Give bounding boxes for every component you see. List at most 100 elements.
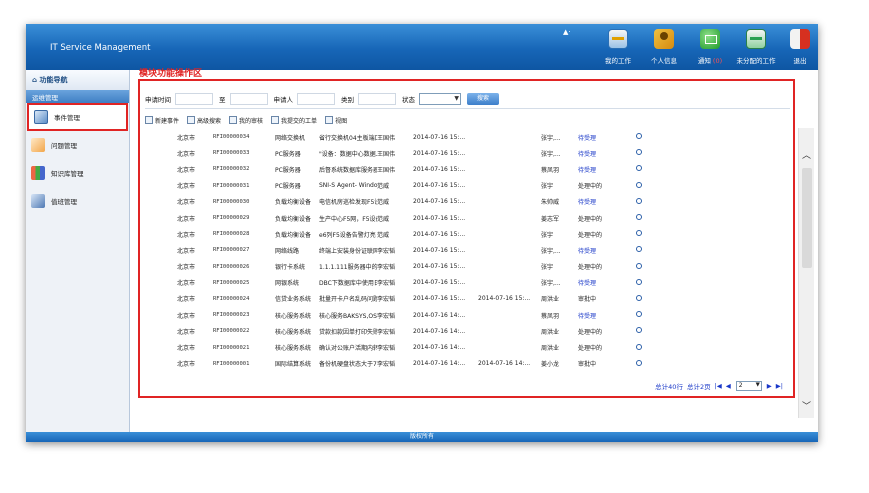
people-icon xyxy=(271,116,280,124)
advanced-search-button[interactable]: 高级搜索 xyxy=(187,116,221,125)
category-input[interactable] xyxy=(358,92,396,105)
applicant-input[interactable] xyxy=(297,92,335,105)
my-submitted-button[interactable]: 我提交的工单 xyxy=(271,116,317,125)
cell-status: 处理中的 xyxy=(578,264,603,272)
cell-city: 北京市 xyxy=(177,328,196,336)
sidebar-item-problem[interactable]: 问题管理 xyxy=(26,131,129,159)
view-detail-button[interactable] xyxy=(636,294,648,303)
table-row[interactable]: 北京市 RFI00000026 银行卡系统 1.1.1.111服务器中的3...李宏韬… xyxy=(145,259,790,275)
view-detail-button[interactable] xyxy=(636,197,648,206)
view-detail-button[interactable] xyxy=(636,246,648,254)
table-row[interactable]: 北京市 RFI00000029 负载均衡设备生产中心F5网，F5设备...范威 201… xyxy=(145,210,790,226)
view-button[interactable]: 视图 xyxy=(325,116,347,125)
category-label: 类别 xyxy=(341,95,354,104)
cell-submitter: 范威 xyxy=(377,215,390,223)
apply-time-start-input[interactable] xyxy=(175,92,213,105)
cell-submitter: 李宏韬 xyxy=(377,361,396,369)
my-work-button[interactable]: 我的工作 xyxy=(596,29,640,65)
view-detail-button[interactable] xyxy=(636,133,648,141)
cell-apply-time: 2014-07-16 15:... xyxy=(413,279,466,287)
unassigned-work-button[interactable]: 未分配的工作 xyxy=(734,29,778,65)
my-review-button[interactable]: 我的审核 xyxy=(229,116,263,125)
view-detail-button[interactable] xyxy=(636,230,648,238)
new-event-button[interactable]: 新建事件 xyxy=(145,116,179,125)
scroll-down-icon[interactable]: ﹀ xyxy=(802,399,811,412)
view-detail-button[interactable] xyxy=(636,262,648,271)
personal-info-button[interactable]: 个人信息 xyxy=(642,29,686,65)
cell-status[interactable]: 待受理 xyxy=(578,133,636,142)
cell-status[interactable]: 待受理 xyxy=(578,246,636,255)
page-select[interactable]: 2 xyxy=(735,381,762,391)
cell-description: DBC下数据库中使用日... xyxy=(319,280,377,288)
cell-description: 核心服务BAKSYS,OS400... xyxy=(319,312,377,320)
table-row[interactable]: 北京市 RFI00000027 网络线路 终端上安装身份证联网...李宏韬 2014-0… xyxy=(145,242,790,258)
view-detail-button[interactable] xyxy=(636,278,648,287)
cell-assignee: 蔡凤羽 xyxy=(541,312,560,320)
table-row[interactable]: 北京市 RFI00000023 核心服务系统核心服务BAKSYS,OS400...李… xyxy=(145,307,790,323)
cell-status: 处理中的 xyxy=(578,231,603,239)
cell-assignee: 张宇 xyxy=(541,231,554,239)
cell-category: 信贷业务系统 xyxy=(275,296,312,304)
my-work-label: 我的工作 xyxy=(605,57,631,65)
view-detail-button[interactable] xyxy=(636,214,648,222)
sidebar-item-duty[interactable]: 值班管理 xyxy=(26,187,129,215)
view-detail-button[interactable] xyxy=(636,327,648,335)
status-select[interactable] xyxy=(419,92,461,105)
apply-time-end-input[interactable] xyxy=(229,92,268,105)
scrollbar[interactable]: ︿ ﹀ xyxy=(798,128,814,418)
cell-assignee: 张宇 xyxy=(541,264,554,272)
table-row[interactable]: 北京市 RFI00000030 负载均衡设备电信机房巡检发现F5设...范威 2014… xyxy=(145,194,790,210)
last-page-button[interactable]: ▶| xyxy=(776,382,783,390)
cell-city: 北京市 xyxy=(177,215,196,223)
exit-button[interactable]: 退出 xyxy=(778,29,822,65)
cell-category: PC服务器 xyxy=(275,183,301,191)
table-row[interactable]: 北京市 RFI00000033 PC服务器 "设备：数据中心数据... 王国伟 2014-… xyxy=(145,145,790,161)
header: IT Service Management ▲· 我的工作 个人信息 通知 (0… xyxy=(26,24,818,70)
cell-status[interactable]: 待受理 xyxy=(578,311,636,320)
table-row[interactable]: 北京市 RFI00000022 核心服务系统 贷款扣款因单打印失败 李宏韬 2014-07… xyxy=(145,323,790,339)
prev-page-button[interactable]: ◀ xyxy=(726,382,731,390)
cell-city: 北京市 xyxy=(177,361,196,369)
sidebar-item-knowledge[interactable]: 知识库管理 xyxy=(26,159,129,187)
cell-status[interactable]: 待受理 xyxy=(578,278,636,287)
sidebar-item-event[interactable]: 事件管理 xyxy=(27,103,128,131)
cell-category: 负载均衡设备 xyxy=(275,215,312,223)
view-detail-button[interactable] xyxy=(636,165,648,173)
view-detail-button[interactable] xyxy=(636,311,648,319)
table-row[interactable]: 北京市 RFI00000001 国际结算系统备份机硬盘状态大于70%李宏韬 2014-… xyxy=(145,356,790,372)
search-button[interactable]: 搜索 xyxy=(467,92,499,105)
cell-apply-time: 2014-07-16 15:... xyxy=(413,295,466,303)
view-detail-button[interactable] xyxy=(636,359,648,368)
cell-id: RFI00000033 xyxy=(213,150,250,157)
table-row[interactable]: 北京市 RFI00000025 网银系统 DBC下数据库中使用日...李宏韬 2014-… xyxy=(145,275,790,291)
view-detail-button[interactable] xyxy=(636,149,648,157)
table-row[interactable]: 北京市 RFI00000032 PC服务器 后督系统数据库服务器...王国伟 2014-… xyxy=(145,161,790,177)
scroll-up-icon[interactable]: ︿ xyxy=(802,148,811,161)
notify-button[interactable]: 通知 (0) xyxy=(688,29,732,65)
table-row[interactable]: 北京市 RFI00000031 PC服务器 SNI-S Agent- Windows.… xyxy=(145,178,790,194)
table-row[interactable]: 北京市 RFI00000021 核心服务系统确认对公账户活期内转...李宏韬 2014… xyxy=(145,339,790,355)
search-icon xyxy=(187,116,196,124)
view-detail-button[interactable] xyxy=(636,343,648,352)
scroll-thumb[interactable] xyxy=(802,168,812,268)
cell-city: 北京市 xyxy=(177,312,196,320)
work-icon xyxy=(608,29,628,49)
user-indicator[interactable]: ▲· xyxy=(563,28,571,36)
magnifier-icon xyxy=(636,230,642,237)
magnifier-icon xyxy=(636,181,642,188)
cell-city: 北京市 xyxy=(177,183,196,191)
next-page-button[interactable]: ▶ xyxy=(767,382,772,390)
table-row[interactable]: 北京市 RFI00000024 信贷业务系统 批量开卡户名乱码问题 李宏韬 2014-07… xyxy=(145,291,790,307)
cell-status[interactable]: 待受理 xyxy=(578,197,636,206)
cell-apply-time: 2014-07-16 14:... xyxy=(413,360,466,368)
cell-status[interactable]: 待受理 xyxy=(578,149,636,158)
cell-category: PC服务器 xyxy=(275,166,301,174)
cell-status[interactable]: 待受理 xyxy=(578,165,636,174)
table-row[interactable]: 北京市 RFI00000028 负载均衡设备 e6列F5设备告警灯亮 范威 2014-07… xyxy=(145,226,790,242)
total-rows: 总计40行 xyxy=(655,383,683,391)
view-detail-button[interactable] xyxy=(636,181,648,190)
sidebar-section[interactable]: 运维管理 xyxy=(26,90,129,103)
table-row[interactable]: 北京市 RFI00000034 网络交换机 省行交换机04主板端口Gi...王国伟 20… xyxy=(145,129,790,145)
first-page-button[interactable]: |◀ xyxy=(715,382,722,390)
cell-id: RFI00000023 xyxy=(213,312,250,319)
